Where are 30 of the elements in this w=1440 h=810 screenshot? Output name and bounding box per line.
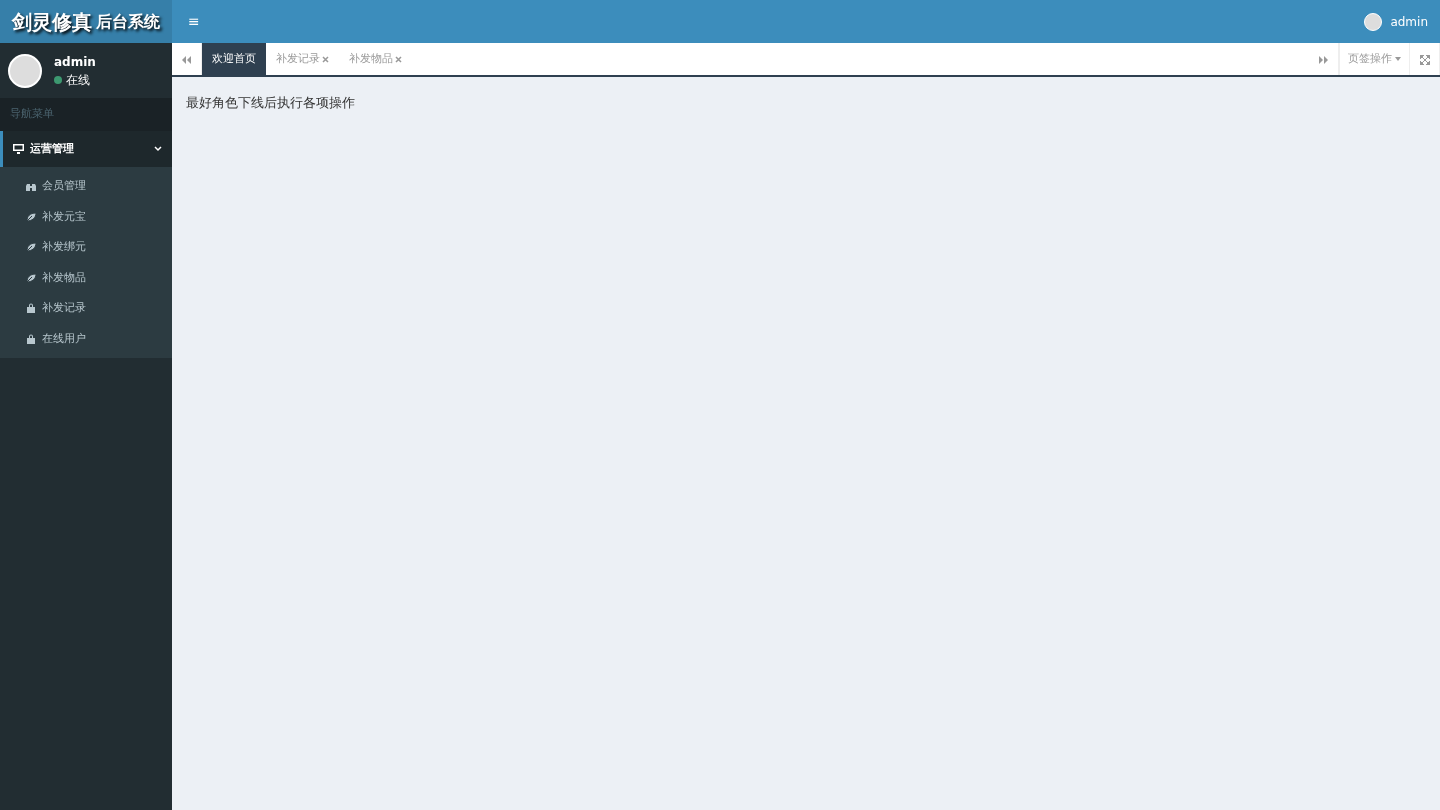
double-right-icon <box>1318 55 1328 64</box>
close-icon[interactable] <box>322 55 329 63</box>
leaf-icon <box>26 242 36 253</box>
user-status: 在线 <box>66 71 90 89</box>
notice-text: 最好角色下线后执行各项操作 <box>186 94 356 112</box>
menu-item[interactable]: 补发元宝 <box>0 201 172 232</box>
user-name: admin <box>54 53 96 71</box>
caret-icon <box>1395 56 1401 61</box>
menu-item[interactable]: 补发物品 <box>0 262 172 293</box>
lock-icon <box>26 303 36 314</box>
menu-item[interactable]: 在线用户 <box>0 323 172 354</box>
leaf-icon <box>26 211 36 222</box>
menu-item[interactable]: 会员管理 <box>0 171 172 202</box>
menu-group[interactable]: 运营管理 <box>0 130 172 167</box>
close-icon[interactable] <box>395 55 402 63</box>
app-logo: 剑灵修真 后台系统 <box>0 0 172 43</box>
binoculars-icon <box>26 181 36 192</box>
avatar <box>1364 12 1383 31</box>
user-menu-link[interactable]: admin <box>1390 12 1428 31</box>
page-tab[interactable]: 欢迎首页 <box>202 43 266 75</box>
leaf-icon <box>26 272 36 283</box>
double-left-icon <box>182 55 191 64</box>
menu-item[interactable]: 补发绑元 <box>0 232 172 263</box>
menu-item[interactable]: 补发记录 <box>0 293 172 324</box>
menu-button[interactable]: ≡ <box>184 11 204 32</box>
avatar <box>8 53 42 88</box>
lock-icon <box>26 333 36 344</box>
expand-icon <box>1419 54 1430 65</box>
chevron-icon <box>154 145 162 152</box>
monitor-icon <box>13 143 24 154</box>
